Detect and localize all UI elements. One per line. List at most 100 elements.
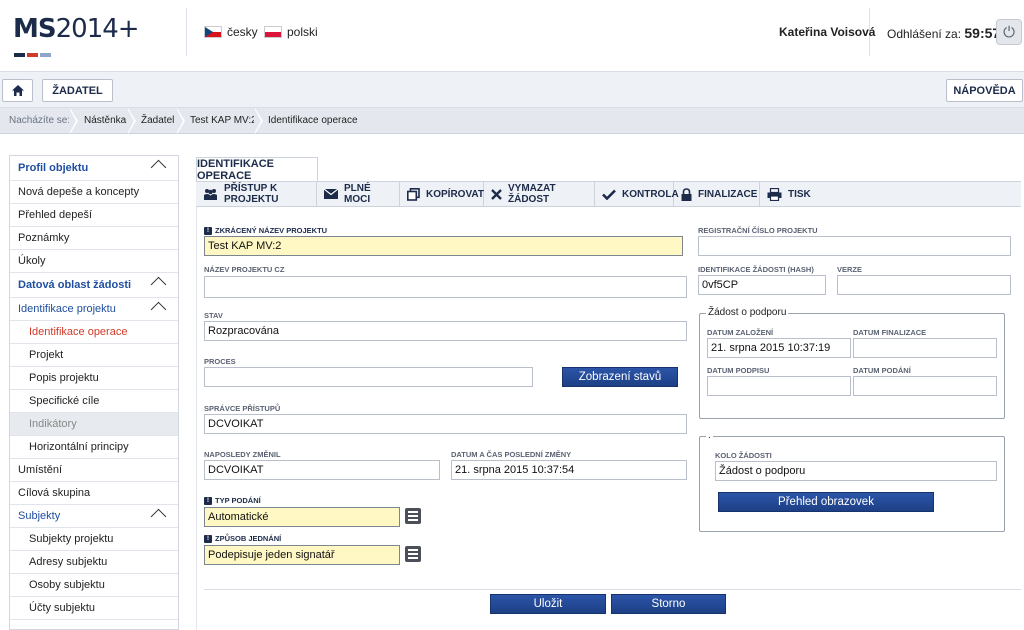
acting-select[interactable]: Podepisuje jeden signatář xyxy=(204,545,400,565)
breadcrumb-item[interactable]: Test KAP MV:2 xyxy=(190,115,257,126)
sidebar-item-adresy-subjektu[interactable]: Adresy subjektu xyxy=(10,551,178,574)
sidebar-item-label: Identifikace operace xyxy=(29,326,128,338)
finalize-label: FINALIZACE xyxy=(698,188,758,200)
round-label: KOLO ŽÁDOSTI xyxy=(715,451,772,460)
chevron-up-icon[interactable] xyxy=(150,159,167,176)
sidebar-item-identifikace-projektu[interactable]: Identifikace projektu xyxy=(10,298,178,321)
power-icon[interactable]: ⏻ xyxy=(996,19,1022,45)
sidebar-item-label: Umístění xyxy=(18,464,63,476)
short-name-input[interactable]: Test KAP MV:2 xyxy=(204,236,683,256)
sidebar-item-nova-depese[interactable]: Nová depeše a koncepty xyxy=(10,181,178,204)
acting-label: ! ZPŮSOB JEDNÁNÍ xyxy=(204,534,281,543)
header-divider xyxy=(186,8,187,56)
process-field xyxy=(204,367,533,387)
sidebar-item-label: Profil objektu xyxy=(18,162,89,174)
sidebar-item-indikatory: Indikátory xyxy=(10,413,178,436)
chevron-up-icon[interactable] xyxy=(150,276,167,293)
sidebar-item-label: Indikátory xyxy=(29,418,77,430)
required-icon: ! xyxy=(204,226,212,235)
sidebar-item-label: Přehled depeší xyxy=(18,209,92,221)
sidebar-item-subjekty[interactable]: Subjekty xyxy=(10,505,178,528)
home-button[interactable] xyxy=(2,79,33,102)
submission-type-select[interactable]: Automatické xyxy=(204,507,400,527)
created-field: 21. srpna 2015 10:37:19 xyxy=(707,338,851,358)
access-button[interactable]: PŘÍSTUP K PROJEKTU xyxy=(196,182,317,206)
action-toolbar: PŘÍSTUP K PROJEKTU PLNÉ MOCI KOPÍROVAT V… xyxy=(196,181,1021,207)
breadcrumb-item[interactable]: Žadatel xyxy=(141,115,174,126)
breadcrumb-prefix: Nacházíte se: xyxy=(9,115,71,126)
copy-label: KOPÍROVAT xyxy=(426,188,484,200)
power-of-attorney-button[interactable]: PLNÉ MOCI xyxy=(317,182,400,206)
submission-type-label: ! TYP PODÁNÍ xyxy=(204,496,261,505)
finalized-label: DATUM FINALIZACE xyxy=(853,328,927,337)
top-bar: MS2014+ česky polski Kateřina Voisová Od… xyxy=(0,0,1024,72)
delete-request-button[interactable]: VYMAZAT ŽÁDOST xyxy=(484,182,595,206)
list-icon[interactable] xyxy=(405,546,421,562)
breadcrumb: Nacházíte se: Nástěnka Žadatel Test KAP … xyxy=(0,108,1024,134)
created-label: DATUM ZALOŽENÍ xyxy=(707,328,774,337)
sidebar-item-cilova-skupina[interactable]: Cílová skupina xyxy=(10,482,178,505)
overview-button[interactable]: Přehled obrazovek xyxy=(718,492,934,512)
logo-color-bars xyxy=(14,44,54,57)
sidebar-item-prehled-depesi[interactable]: Přehled depeší xyxy=(10,204,178,227)
check-button[interactable]: KONTROLA xyxy=(595,182,679,206)
power-of-attorney-label: PLNÉ MOCI xyxy=(344,183,371,205)
copy-button[interactable]: KOPÍROVAT xyxy=(400,182,484,206)
sidebar-item-ucty-subjektu[interactable]: Účty subjektu xyxy=(10,597,178,620)
sidebar-item-label: Cílová skupina xyxy=(18,487,91,499)
sidebar-item-umisteni[interactable]: Umístění xyxy=(10,459,178,482)
envelope-icon xyxy=(324,189,338,199)
tab-identifikace-operace[interactable]: IDENTIFIKACE OPERACE xyxy=(196,157,318,182)
sidebar-item-label: Nová depeše a koncepty xyxy=(18,186,140,198)
sidebar-item-datova-oblast[interactable]: Datová oblast žádosti xyxy=(10,273,178,298)
lang-czech-link[interactable]: česky xyxy=(204,25,258,39)
print-button[interactable]: TISK xyxy=(760,182,812,206)
sidebar-item-label: Identifikace projektu xyxy=(18,303,116,315)
zadatel-button[interactable]: ŽADATEL xyxy=(42,79,113,102)
copy-icon xyxy=(407,187,420,201)
reg-number-label: REGISTRAČNÍ ČÍSLO PROJEKTU xyxy=(698,226,818,235)
users-icon xyxy=(204,188,217,200)
sidebar-item-identifikace-operace[interactable]: Identifikace operace xyxy=(10,321,178,344)
state-field: Rozpracována xyxy=(204,321,687,341)
sidebar-item-label: Osoby subjektu xyxy=(29,579,105,591)
user-name[interactable]: Kateřina Voisová xyxy=(779,25,875,39)
chevron-up-icon[interactable] xyxy=(150,508,167,525)
logo-main: MS xyxy=(13,14,57,44)
version-label: VERZE xyxy=(837,265,863,274)
ms2014-logo[interactable]: MS2014+ xyxy=(13,14,140,44)
sidebar-item-projekt[interactable]: Projekt xyxy=(10,344,178,367)
chevron-up-icon[interactable] xyxy=(150,301,167,318)
admin-field: DCVOIKAT xyxy=(204,414,687,434)
lang-polish-link[interactable]: polski xyxy=(264,25,318,39)
sidebar-item-subjekty-projektu[interactable]: Subjekty projektu xyxy=(10,528,178,551)
sidebar-item-specificke-cile[interactable]: Specifické cíle xyxy=(10,390,178,413)
signed-field xyxy=(707,376,851,396)
finalize-button[interactable]: FINALIZACE xyxy=(674,182,760,206)
sidebar-item-profil-objektu[interactable]: Profil objektu xyxy=(10,156,178,181)
last-change-date-label: DATUM A ČAS POSLEDNÍ ZMĚNY xyxy=(451,450,572,459)
home-icon xyxy=(11,85,24,96)
breadcrumb-item[interactable]: Nástěnka xyxy=(84,115,126,126)
hash-field: 0vf5CP xyxy=(698,275,826,295)
help-button[interactable]: NÁPOVĚDA xyxy=(946,79,1023,102)
name-cz-input[interactable] xyxy=(204,276,687,298)
sidebar-item-poznamky[interactable]: Poznámky xyxy=(10,227,178,250)
sidebar-item-label: Subjekty projektu xyxy=(29,533,114,545)
show-states-button[interactable]: Zobrazení stavů xyxy=(562,367,678,387)
cancel-button[interactable]: Storno xyxy=(611,594,726,614)
process-label: PROCES xyxy=(204,357,236,366)
logout-label: Odhlášení za: xyxy=(887,27,962,41)
required-icon: ! xyxy=(204,534,212,543)
save-button[interactable]: Uložit xyxy=(490,594,606,614)
sidebar-item-osoby-subjektu[interactable]: Osoby subjektu xyxy=(10,574,178,597)
sidebar-item-ukoly[interactable]: Úkoly xyxy=(10,250,178,273)
short-name-label: ! ZKRÁCENÝ NÁZEV PROJEKTU xyxy=(204,226,327,235)
submitted-field xyxy=(853,376,997,396)
delete-request-label: VYMAZAT ŽÁDOST xyxy=(508,183,556,205)
sidebar-item-horizontalni-principy[interactable]: Horizontální principy xyxy=(10,436,178,459)
list-icon[interactable] xyxy=(405,508,421,524)
sidebar-item-popis-projektu[interactable]: Popis projektu xyxy=(10,367,178,390)
sidebar-item-label: Datová oblast žádosti xyxy=(18,279,132,291)
access-label: PŘÍSTUP K PROJEKTU xyxy=(224,183,279,205)
